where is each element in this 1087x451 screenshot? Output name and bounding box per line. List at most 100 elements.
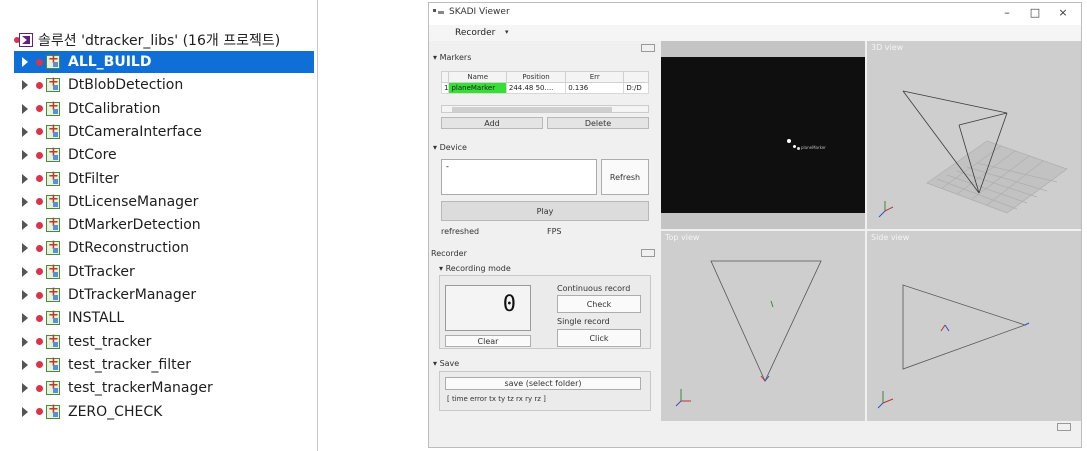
dock-float-icon[interactable] <box>641 44 655 52</box>
project-item[interactable]: DtReconstruction <box>0 237 318 259</box>
project-item[interactable]: DtCalibration <box>0 98 318 120</box>
expand-arrow-icon[interactable] <box>22 103 28 114</box>
axis-marker <box>944 324 950 332</box>
project-item[interactable]: test_trackerManager <box>0 377 318 399</box>
expand-arrow-icon[interactable] <box>22 220 28 231</box>
project-item[interactable]: INSTALL <box>0 307 318 329</box>
project-label: ALL_BUILD <box>68 54 152 70</box>
add-marker-button[interactable]: Add <box>441 117 543 129</box>
excluded-status-icon <box>36 198 43 206</box>
project-item[interactable]: DtTrackerManager <box>0 284 318 306</box>
minimize-button[interactable]: – <box>997 6 1017 19</box>
cpp-project-icon <box>46 238 60 256</box>
expand-arrow-icon[interactable] <box>22 290 28 300</box>
project-item[interactable]: ALL_BUILD <box>14 51 314 73</box>
three-d-view[interactable]: 3D view <box>867 41 1081 229</box>
expand-arrow-icon[interactable] <box>22 336 28 347</box>
project-item[interactable]: DtTracker <box>0 261 318 283</box>
project-item[interactable]: DtBlobDetection <box>0 74 318 96</box>
cpp-project-icon <box>46 402 60 419</box>
menu-recorder[interactable]: Recorder <box>455 28 495 38</box>
axis-gizmo <box>877 391 894 409</box>
menu-dropdown-icon[interactable]: ▾ <box>505 28 509 36</box>
project-item[interactable]: ZERO_CHECK <box>0 401 318 423</box>
check-button[interactable]: Check <box>557 295 641 313</box>
col-header-path[interactable] <box>623 71 649 83</box>
play-button[interactable]: Play <box>441 201 649 221</box>
dock-float-icon[interactable] <box>641 249 655 257</box>
col-header-name[interactable]: Name <box>448 71 507 83</box>
expand-arrow-icon[interactable] <box>22 126 28 137</box>
col-header-err[interactable]: Err <box>565 71 625 83</box>
marker-blob <box>793 145 796 148</box>
markers-table[interactable]: Name Position Err 1 planeMarker 244.48 5… <box>440 71 649 94</box>
dock-float-icon[interactable] <box>1057 423 1071 431</box>
maximize-button[interactable]: □ <box>1025 6 1045 19</box>
project-label: DtCameraInterface <box>68 123 202 140</box>
delete-marker-button[interactable]: Delete <box>547 117 649 129</box>
camera-view[interactable]: planeMarker <box>661 41 865 229</box>
project-item[interactable]: test_tracker_filter <box>0 354 318 376</box>
marker-err-cell[interactable]: 0.136 <box>565 82 625 94</box>
axis-marker <box>940 324 946 332</box>
menu-bar: Recorder ▾ <box>429 25 1081 41</box>
frustum-outline <box>710 260 822 382</box>
camera-image: planeMarker <box>661 57 865 213</box>
project-item[interactable]: DtMarkerDetection <box>0 214 318 236</box>
scrollbar-thumb[interactable] <box>452 107 612 112</box>
expand-arrow-icon[interactable] <box>22 266 28 277</box>
project-item[interactable]: DtLicenseManager <box>0 191 318 213</box>
visual-studio-solution-icon <box>14 33 34 47</box>
expand-arrow-icon[interactable] <box>22 243 28 254</box>
axis-marker <box>770 300 774 308</box>
side-view-scene <box>877 284 1030 409</box>
title-bar: SKADI Viewer – □ × <box>429 3 1081 25</box>
markers-section-header[interactable]: ▾ Markers <box>433 53 471 62</box>
side-view[interactable]: Side view <box>867 231 1081 421</box>
marker-path-cell[interactable]: D:/D <box>623 82 649 94</box>
table-horizontal-scrollbar[interactable] <box>441 105 649 113</box>
marker-position-cell[interactable]: 244.48 50.... <box>505 82 567 94</box>
cpp-project-icon <box>46 355 60 372</box>
excluded-status-icon <box>36 128 43 136</box>
device-section-header[interactable]: ▾ Device <box>433 143 467 152</box>
project-item[interactable]: test_tracker <box>0 331 318 353</box>
save-section-header[interactable]: ▾ Save <box>433 359 459 368</box>
expand-arrow-icon[interactable] <box>22 313 28 324</box>
project-item[interactable]: DtCameraInterface <box>0 121 318 143</box>
row-index-header <box>440 71 450 83</box>
top-view[interactable]: Top view <box>661 231 865 421</box>
refresh-button[interactable]: Refresh <box>601 159 649 195</box>
click-button[interactable]: Click <box>557 329 641 347</box>
excluded-status-icon <box>36 105 43 113</box>
clear-button[interactable]: Clear <box>445 335 531 347</box>
project-item[interactable]: DtCore <box>0 144 318 166</box>
expand-arrow-icon[interactable] <box>22 196 28 207</box>
excluded-status-icon <box>36 58 43 66</box>
expand-arrow-icon[interactable] <box>22 150 28 161</box>
expand-arrow-icon[interactable] <box>22 57 28 67</box>
excluded-status-icon <box>36 81 43 89</box>
save-select-folder-button[interactable]: save (select folder) <box>445 377 641 390</box>
project-label: test_trackerManager <box>68 380 213 397</box>
close-button[interactable]: × <box>1053 6 1073 19</box>
excluded-status-icon <box>36 221 43 229</box>
solution-root[interactable]: 솔루션 'dtracker_libs' (16개 프로젝트) <box>14 30 280 50</box>
expand-arrow-icon[interactable] <box>22 173 28 184</box>
expand-arrow-icon[interactable] <box>22 359 28 370</box>
project-item[interactable]: DtFilter <box>0 168 318 190</box>
expand-arrow-icon[interactable] <box>22 406 28 417</box>
expand-arrow-icon[interactable] <box>22 383 28 394</box>
recording-mode-header[interactable]: ▾ Recording mode <box>439 264 511 273</box>
table-row[interactable]: 1 planeMarker 244.48 50.... 0.136 D:/D <box>440 82 649 94</box>
project-label: DtCore <box>68 147 117 164</box>
excluded-status-icon <box>36 175 43 182</box>
marker-blob <box>787 139 791 143</box>
device-list[interactable]: - <box>441 159 597 195</box>
device-status: refreshed <box>441 227 480 236</box>
cpp-project-icon <box>46 308 60 326</box>
col-header-position[interactable]: Position <box>505 71 567 83</box>
marker-name-cell[interactable]: planeMarker <box>448 82 507 94</box>
axis-gizmo <box>878 201 894 218</box>
expand-arrow-icon[interactable] <box>22 80 28 91</box>
